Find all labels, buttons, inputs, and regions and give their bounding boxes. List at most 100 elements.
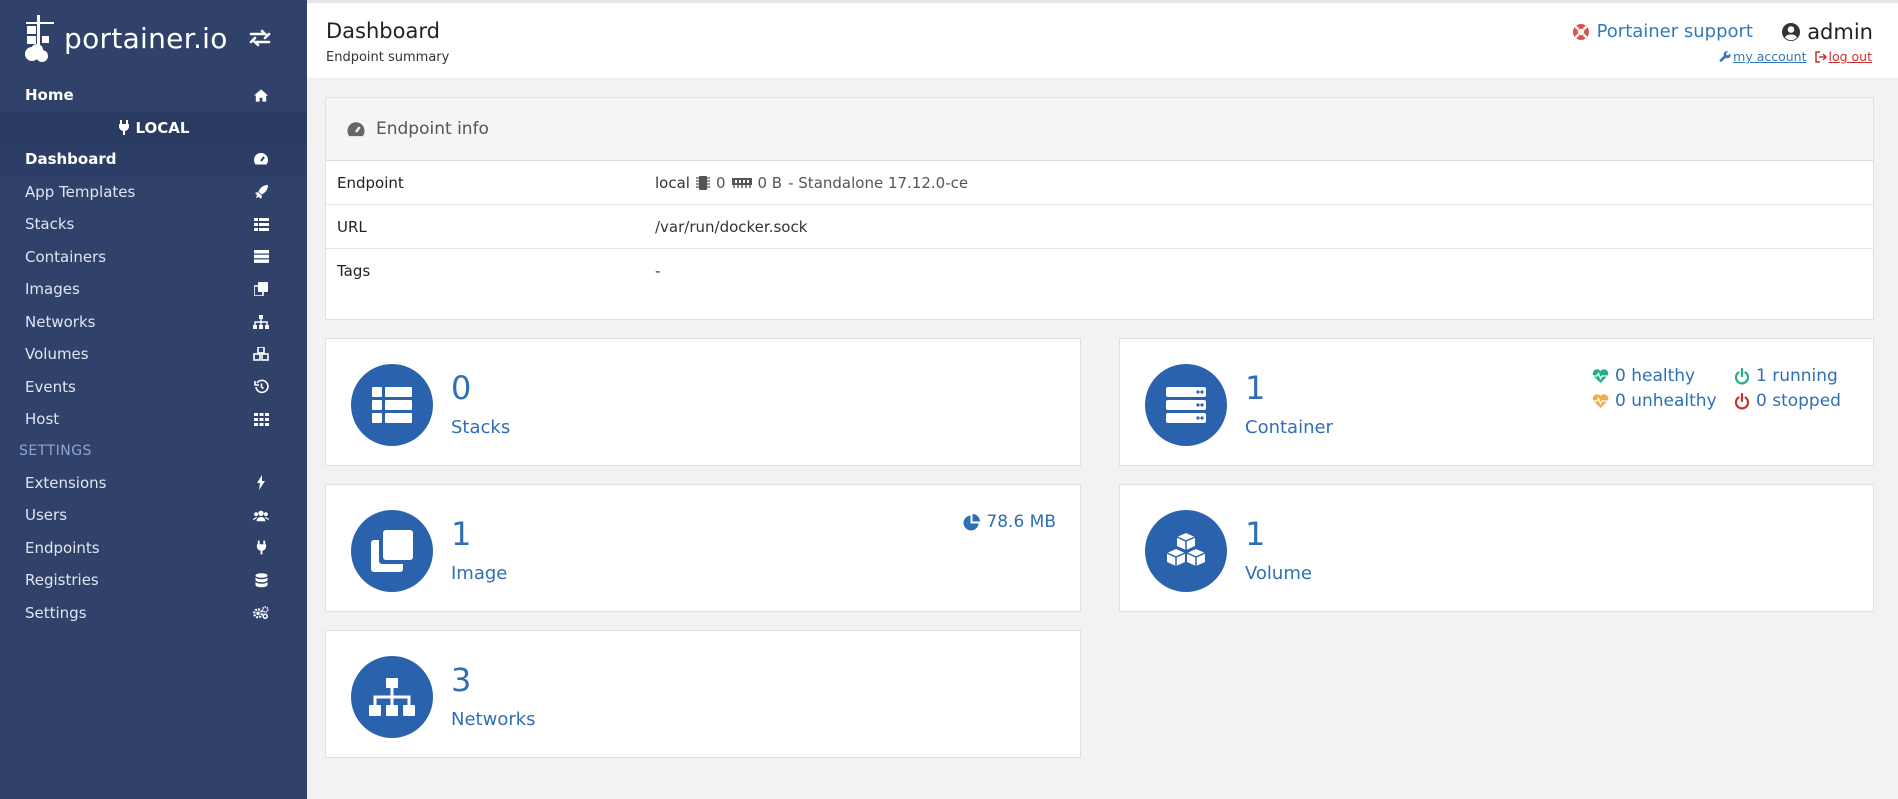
volumes-label: Volume: [1245, 563, 1312, 584]
images-tile-icon: [351, 510, 433, 592]
pie-chart-icon: [963, 513, 981, 530]
endpoint-info-title: Endpoint info: [376, 119, 489, 139]
images-size: 78.6 MB: [963, 512, 1056, 532]
sidebar-item-volumes[interactable]: Volumes: [0, 338, 307, 371]
database-icon: [253, 572, 269, 588]
memory-icon: [731, 177, 752, 188]
exchange-icon[interactable]: [248, 26, 272, 50]
sidebar-settings-title: SETTINGS: [19, 443, 92, 459]
containers-tile-icon: [1145, 364, 1227, 446]
user-circle-icon: [1782, 23, 1801, 41]
server-icon: [253, 249, 269, 265]
volumes-tile[interactable]: 1 Volume: [1119, 484, 1874, 612]
cpu-count: 0: [715, 173, 726, 192]
cogs-icon: [253, 605, 269, 621]
sidebar-item-extensions[interactable]: Extensions: [0, 467, 307, 500]
th-list-icon: [372, 387, 412, 423]
sidebar-item-users[interactable]: Users: [0, 499, 307, 532]
networks-count: 3: [451, 661, 472, 699]
tachometer-icon: [253, 151, 269, 167]
endpoint-name: LOCAL: [135, 118, 190, 137]
sidebar-item-images[interactable]: Images: [0, 273, 307, 306]
endpoint-info-header: Endpoint info: [326, 98, 1873, 161]
support-label: Portainer support: [1596, 21, 1753, 42]
tachometer-icon: [347, 121, 365, 136]
stacks-tile-icon: [351, 364, 433, 446]
history-icon: [253, 379, 269, 395]
sidebar-item-host[interactable]: Host: [0, 403, 307, 436]
stacks-count: 0: [451, 369, 472, 407]
brand-logo[interactable]: portainer.io: [0, 0, 307, 76]
page-header: Dashboard Endpoint summary Portainer sup…: [307, 0, 1898, 78]
sidebar-endpoint-local[interactable]: LOCAL: [0, 112, 307, 143]
power-off-icon: [1734, 367, 1750, 384]
power-off-icon: [1734, 392, 1750, 409]
url-row: URL /var/run/docker.sock: [326, 205, 1873, 249]
stopped-status: 0 stopped: [1734, 391, 1841, 411]
sidebar-item-home[interactable]: Home: [0, 78, 307, 112]
cubes-icon: [1166, 533, 1206, 566]
tags-row-key: Tags: [337, 262, 371, 280]
sidebar-item-app-templates[interactable]: App Templates: [0, 176, 307, 209]
sitemap-icon: [253, 314, 269, 330]
home-icon: [253, 87, 269, 103]
containers-label: Container: [1245, 417, 1333, 438]
sign-out-icon: [1814, 50, 1827, 63]
heartbeat-icon: [1592, 393, 1609, 408]
tags-row-value: -: [655, 262, 661, 280]
endpoint-type: - Standalone 17.12.0-ce: [788, 173, 969, 192]
healthy-status: 0 healthy: [1592, 366, 1695, 386]
heartbeat-icon: [1592, 368, 1609, 383]
tags-row: Tags -: [326, 249, 1873, 293]
cubes-icon: [253, 346, 269, 362]
clone-icon: [253, 281, 269, 297]
account-links: my account log out: [1719, 49, 1872, 64]
networks-tile[interactable]: 3 Networks: [325, 630, 1081, 758]
volumes-count: 1: [1245, 515, 1266, 553]
portainer-support-link[interactable]: Portainer support: [1572, 21, 1753, 42]
microchip-icon: [695, 175, 710, 190]
sidebar-item-containers[interactable]: Containers: [0, 241, 307, 274]
networks-label: Networks: [451, 709, 536, 730]
endpoint-row-key: Endpoint: [337, 173, 404, 192]
images-count: 1: [451, 515, 472, 553]
user-menu[interactable]: admin: [1781, 20, 1873, 44]
server-icon: [1166, 387, 1206, 423]
users-icon: [253, 507, 269, 523]
url-row-value: /var/run/docker.sock: [655, 217, 808, 236]
sidebar-item-events[interactable]: Events: [0, 371, 307, 404]
plug-icon: [118, 120, 129, 135]
rocket-icon: [253, 184, 269, 200]
brand-name: portainer.io: [64, 21, 228, 55]
images-tile[interactable]: 1 Image 78.6 MB: [325, 484, 1081, 612]
sidebar-item-networks[interactable]: Networks: [0, 306, 307, 339]
bolt-icon: [253, 475, 269, 491]
containers-tile[interactable]: 1 Container 0 healthy 0 unhealthy 1 runn…: [1119, 338, 1874, 466]
endpoint-row-value: local 0 0 B - Standalone 17.12.0-ce: [655, 174, 968, 192]
sidebar-item-dashboard[interactable]: Dashboard: [0, 143, 307, 176]
volumes-tile-icon: [1145, 510, 1227, 592]
images-label: Image: [451, 563, 508, 584]
page-subtitle: Endpoint summary: [326, 50, 450, 65]
endpoint-info-widget: Endpoint info Endpoint local 0 0 B - Sta…: [325, 97, 1874, 320]
sidebar-item-registries[interactable]: Registries: [0, 564, 307, 597]
sidebar-item-label: Home: [25, 86, 74, 104]
clone-icon: [371, 530, 413, 572]
sidebar-item-stacks[interactable]: Stacks: [0, 208, 307, 241]
sitemap-icon: [369, 678, 415, 716]
running-status: 1 running: [1734, 366, 1838, 386]
networks-tile-icon: [351, 656, 433, 738]
plug-icon: [253, 540, 269, 556]
th-list-icon: [253, 216, 269, 232]
url-row-key: URL: [337, 217, 367, 236]
life-ring-icon: [1572, 23, 1589, 40]
page-title: Dashboard: [326, 19, 440, 43]
endpoint-row: Endpoint local 0 0 B - Standalone 17.12.…: [326, 161, 1873, 205]
sidebar-item-settings[interactable]: Settings: [0, 597, 307, 630]
my-account-link[interactable]: my account: [1719, 49, 1807, 64]
sidebar: portainer.io Home LOCAL Dashboard App Te…: [0, 0, 307, 799]
stacks-tile[interactable]: 0 Stacks: [325, 338, 1081, 466]
portainer-logo-icon: [25, 15, 54, 62]
logout-link[interactable]: log out: [1814, 49, 1872, 64]
sidebar-item-endpoints[interactable]: Endpoints: [0, 532, 307, 565]
